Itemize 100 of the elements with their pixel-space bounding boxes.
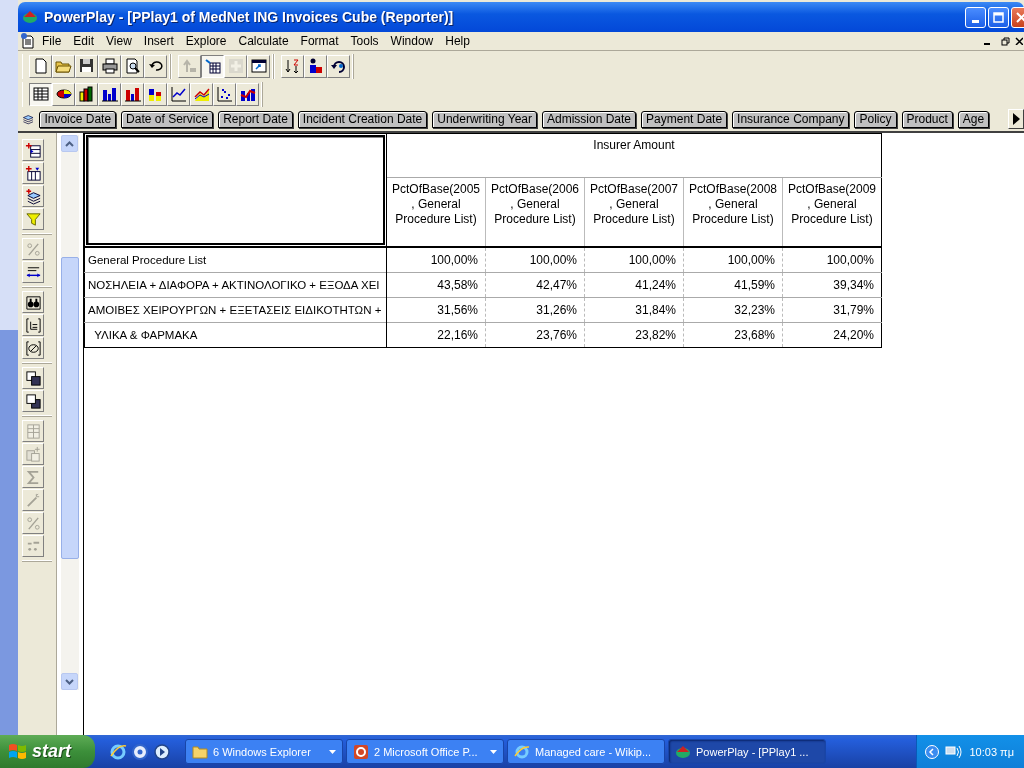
maximize-icon	[993, 11, 1004, 23]
scrollbar[interactable]	[61, 135, 79, 690]
browser-icon	[514, 743, 530, 760]
plus-icon	[226, 57, 245, 75]
window-icon	[249, 57, 268, 75]
table-cell: 100,00%	[485, 247, 585, 273]
3d-bar-chart-icon	[77, 85, 96, 103]
table-cell: 31,84%	[584, 297, 684, 323]
windows-logo-icon	[8, 742, 28, 761]
bracket-list-icon	[24, 316, 42, 334]
table-cell: 31,26%	[485, 297, 585, 323]
table-cell: 100,00%	[782, 247, 882, 273]
dimension-tab[interactable]: Underwriting Year	[432, 110, 537, 128]
toolbar-button[interactable]	[201, 54, 224, 78]
row-header: ΑΜΟΙΒΕΣ ΧΕΙΡΟΥΡΓΩΝ + ΕΞΕΤΑΣΕΙΣ ΕΙΔΙΚΟΤΗΤΩΝ +	[84, 297, 387, 323]
start-button[interactable]: start	[0, 735, 95, 768]
table-cell: 100,00%	[683, 247, 783, 273]
dimension-tab[interactable]: Product	[901, 110, 953, 128]
caret-icon	[329, 749, 336, 754]
binoculars-icon	[24, 293, 42, 311]
menu-item[interactable]: Window	[384, 34, 440, 48]
menu-item[interactable]: Format	[294, 34, 345, 48]
dimension-tab[interactable]: Policy	[854, 110, 897, 128]
scroll-up-button[interactable]	[61, 135, 78, 152]
table-cell: 39,34%	[782, 272, 882, 298]
bracket-link-icon	[24, 339, 42, 357]
clock[interactable]: 10:03 πμ	[969, 745, 1014, 758]
table-cell: 43,58%	[386, 272, 486, 298]
column-header: PctOfBase(2005 , General Procedure List)	[386, 177, 486, 247]
scatter-plot-icon	[215, 85, 234, 103]
dimension-tab[interactable]: Insurance Company	[732, 110, 850, 128]
table-cell: 41,24%	[584, 272, 684, 298]
column-group-header: Insurer Amount	[386, 133, 882, 178]
folder-icon	[192, 744, 208, 759]
clustered-bar-chart-icon	[123, 85, 142, 103]
browser-icon[interactable]	[109, 742, 127, 761]
taskbar-button[interactable]: PowerPlay - [PPlay1 ...	[668, 739, 826, 764]
menu-item[interactable]: Tools	[344, 34, 385, 48]
close-button[interactable]	[1015, 34, 1024, 48]
presentation-icon	[353, 743, 369, 760]
toolbar-button[interactable]	[29, 82, 52, 106]
scroll-thumb[interactable]	[61, 257, 79, 559]
table-cell: 41,59%	[683, 272, 783, 298]
minimize-icon	[972, 19, 979, 23]
table-cell: 42,47%	[485, 272, 585, 298]
columns-icon	[24, 422, 42, 440]
copy-plus-icon	[24, 445, 42, 463]
scroll-down-button[interactable]	[61, 673, 78, 690]
triangle-right-icon	[1012, 113, 1021, 125]
menu-item[interactable]: Edit	[67, 34, 101, 48]
dimension-tab[interactable]: Date of Service	[121, 110, 214, 128]
table-icon	[31, 85, 50, 103]
media-player-icon[interactable]	[153, 742, 171, 761]
column-header: PctOfBase(2007 , General Procedure List)	[584, 177, 684, 247]
menu-item[interactable]: View	[100, 34, 138, 48]
close-icon	[1015, 37, 1023, 45]
table-cell: 31,79%	[782, 297, 882, 323]
print-preview-icon	[123, 57, 142, 75]
table-cell: 24,20%	[782, 322, 882, 348]
taskbar-button[interactable]: 6 Windows Explorer	[185, 739, 343, 764]
grid-icon	[203, 57, 222, 75]
dimension-tab[interactable]: Report Date	[218, 110, 293, 128]
taskbar-button[interactable]: 2 Microsoft Office P...	[346, 739, 504, 764]
restore-icon	[1000, 36, 1010, 46]
network-icon[interactable]	[945, 743, 964, 760]
row-header: ΥΛΙΚΑ & ΦΑΡΜΑΚΑ	[84, 322, 387, 348]
column-header: PctOfBase(2009 , General Procedure List)	[782, 177, 882, 247]
chevron-down-icon	[65, 678, 74, 685]
table-cell: 23,76%	[485, 322, 585, 348]
sort-icon	[283, 57, 302, 75]
send-back-icon	[24, 392, 42, 410]
percent-icon	[24, 240, 42, 258]
bar-chart-icon	[100, 85, 119, 103]
dimension-tab[interactable]: Admission Date	[542, 110, 637, 128]
table-cell: 23,68%	[683, 322, 783, 348]
dimension-tab[interactable]: Invoice Date	[39, 110, 117, 128]
menu-item[interactable]: Insert	[137, 34, 180, 48]
percent-icon	[24, 514, 42, 532]
line-chart-icon	[169, 85, 188, 103]
chevron-left-icon[interactable]	[925, 744, 940, 759]
menu-item[interactable]: File	[36, 34, 68, 48]
row-header: General Procedure List	[84, 247, 387, 273]
drill-up-icon	[180, 57, 199, 75]
column-header: PctOfBase(2008 , General Procedure List)	[683, 177, 783, 247]
dimension-tab[interactable]: Incident Creation Date	[297, 110, 428, 128]
scroll-right-button[interactable]	[1008, 109, 1024, 129]
menu-item[interactable]: Help	[439, 34, 476, 48]
wand-icon	[24, 491, 42, 509]
menu-item[interactable]: Explore	[179, 34, 233, 48]
bring-front-icon	[24, 369, 42, 387]
menu-item[interactable]: Calculate	[232, 34, 295, 48]
taskbar-button[interactable]: Managed care - Wikip...	[507, 739, 665, 764]
chevron-up-icon	[65, 140, 74, 147]
table-cell: 31,56%	[386, 297, 486, 323]
dimension-tab[interactable]: Age	[957, 110, 990, 128]
dimension-tab[interactable]: Payment Date	[641, 110, 728, 128]
maximize-button[interactable]	[988, 6, 1009, 28]
table-cell: 22,16%	[386, 322, 486, 348]
close-icon	[1016, 11, 1024, 23]
caret-icon	[490, 749, 497, 754]
